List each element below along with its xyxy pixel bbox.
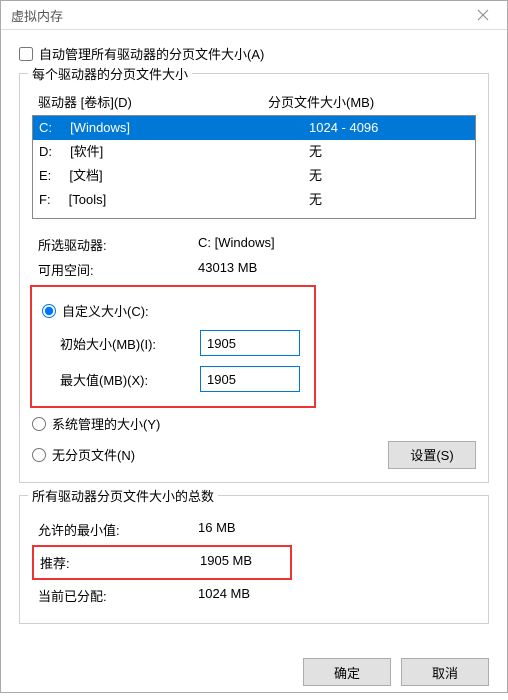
col-drive-header: 驱动器 [卷标](D) — [38, 92, 268, 111]
drive-cell: C: [Windows] — [39, 118, 269, 138]
drive-cell: D: [软件] — [39, 142, 269, 162]
free-space-row: 可用空间: 43013 MB — [38, 260, 476, 279]
totals-group-label: 所有驱动器分页文件大小的总数 — [28, 486, 218, 505]
custom-size-highlight: 自定义大小(C): 初始大小(MB)(I): 最大值(MB)(X): — [30, 285, 316, 408]
no-paging-radio[interactable]: 无分页文件(N) — [32, 445, 388, 464]
initial-size-label: 初始大小(MB)(I): — [60, 334, 200, 353]
min-value: 16 MB — [198, 520, 236, 539]
max-size-label: 最大值(MB)(X): — [60, 370, 200, 389]
custom-size-label: 自定义大小(C): — [62, 301, 149, 320]
initial-size-input[interactable] — [200, 330, 300, 356]
size-cell: 无 — [269, 166, 469, 186]
min-row: 允许的最小值: 16 MB — [32, 518, 476, 541]
drive-row[interactable]: F: [Tools] 无 — [33, 188, 475, 212]
custom-size-radio[interactable]: 自定义大小(C): — [42, 301, 304, 320]
dialog-footer: 确定 取消 — [1, 648, 507, 700]
auto-manage-checkbox-input[interactable] — [19, 47, 33, 61]
max-size-row: 最大值(MB)(X): — [60, 366, 304, 392]
recommended-value: 1905 MB — [200, 553, 252, 572]
dialog-title: 虚拟内存 — [11, 6, 63, 25]
min-label: 允许的最小值: — [38, 520, 198, 539]
totals-group: 所有驱动器分页文件大小的总数 允许的最小值: 16 MB 推荐: 1905 MB… — [19, 495, 489, 624]
custom-size-radio-input[interactable] — [42, 304, 56, 318]
drive-cell: E: [文档] — [39, 166, 269, 186]
current-row: 当前已分配: 1024 MB — [32, 584, 476, 607]
size-cell: 无 — [269, 142, 469, 162]
per-drive-group: 每个驱动器的分页文件大小 驱动器 [卷标](D) 分页文件大小(MB) C: [… — [19, 73, 489, 483]
titlebar: 虚拟内存 — [1, 1, 507, 30]
selected-drive-row: 所选驱动器: C: [Windows] — [38, 235, 476, 254]
no-paging-radio-input[interactable] — [32, 448, 46, 462]
initial-size-row: 初始大小(MB)(I): — [60, 330, 304, 356]
recommended-row: 推荐: 1905 MB — [34, 551, 290, 574]
system-managed-radio[interactable]: 系统管理的大小(Y) — [32, 414, 476, 433]
drive-row[interactable]: E: [文档] 无 — [33, 164, 475, 188]
drive-listbox[interactable]: C: [Windows] 1024 - 4096 D: [软件] 无 E: [文… — [32, 115, 476, 219]
auto-manage-checkbox[interactable]: 自动管理所有驱动器的分页文件大小(A) — [19, 44, 489, 63]
per-drive-group-label: 每个驱动器的分页文件大小 — [28, 64, 192, 83]
drive-cell: F: [Tools] — [39, 190, 269, 210]
cancel-button[interactable]: 取消 — [401, 658, 489, 686]
drive-row[interactable]: C: [Windows] 1024 - 4096 — [33, 116, 475, 140]
close-icon — [477, 9, 489, 21]
free-space-value: 43013 MB — [198, 260, 257, 279]
size-cell: 1024 - 4096 — [269, 118, 469, 138]
dialog-content: 自动管理所有驱动器的分页文件大小(A) 每个驱动器的分页文件大小 驱动器 [卷标… — [1, 30, 507, 648]
ok-button[interactable]: 确定 — [303, 658, 391, 686]
selected-drive-label: 所选驱动器: — [38, 235, 198, 254]
current-value: 1024 MB — [198, 586, 250, 605]
col-size-header: 分页文件大小(MB) — [268, 92, 470, 111]
no-paging-label: 无分页文件(N) — [52, 445, 135, 464]
selected-drive-value: C: [Windows] — [198, 235, 275, 254]
virtual-memory-dialog: 虚拟内存 自动管理所有驱动器的分页文件大小(A) 每个驱动器的分页文件大小 驱动… — [0, 0, 508, 693]
current-label: 当前已分配: — [38, 586, 198, 605]
recommended-highlight: 推荐: 1905 MB — [32, 545, 292, 580]
size-cell: 无 — [269, 190, 469, 210]
set-button[interactable]: 设置(S) — [388, 441, 476, 469]
auto-manage-label: 自动管理所有驱动器的分页文件大小(A) — [39, 44, 264, 63]
system-managed-label: 系统管理的大小(Y) — [52, 414, 160, 433]
drive-row[interactable]: D: [软件] 无 — [33, 140, 475, 164]
free-space-label: 可用空间: — [38, 260, 198, 279]
system-managed-radio-input[interactable] — [32, 417, 46, 431]
close-button[interactable] — [463, 1, 503, 29]
drive-table-header: 驱动器 [卷标](D) 分页文件大小(MB) — [32, 92, 476, 115]
recommended-label: 推荐: — [40, 553, 200, 572]
max-size-input[interactable] — [200, 366, 300, 392]
